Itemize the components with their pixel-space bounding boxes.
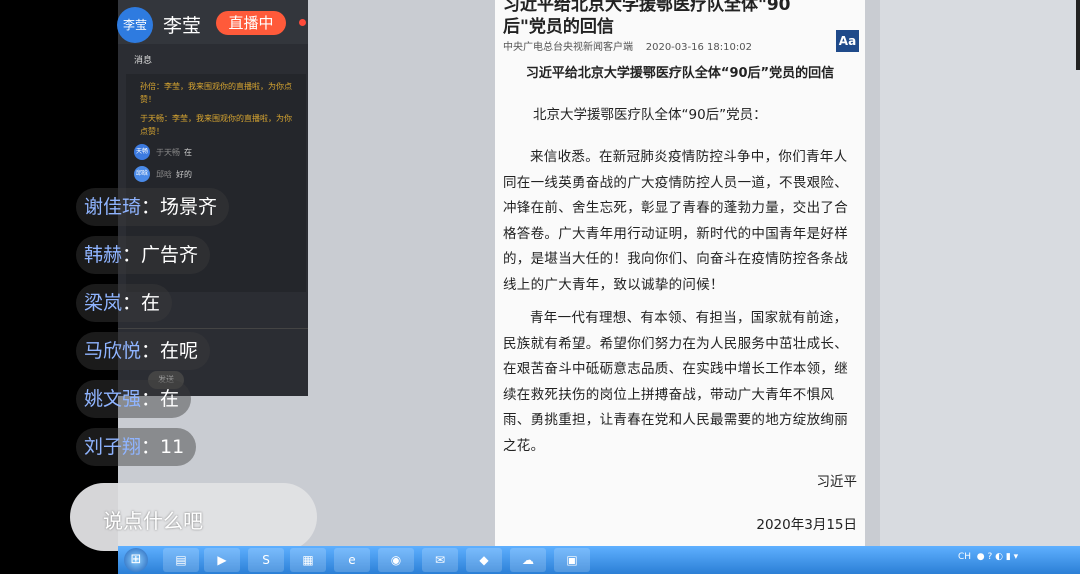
user-name: 邱晗 [156, 169, 172, 179]
comment-author: 韩赫 [84, 244, 123, 266]
user-message: 天畅 于天畅 在 [134, 144, 298, 160]
letter-salutation: 北京大学援鄂医疗队全体“90后”党员： [533, 107, 767, 123]
live-app-icon[interactable]: ◆ [466, 548, 502, 572]
article-view: 习近平给北京大学援鄂医疗队全体"90后"党员的回信 中央广电总台央视新闻客户端 … [495, 0, 865, 546]
file-explorer-icon[interactable]: ▤ [163, 548, 199, 572]
live-indicator-dot [299, 19, 306, 26]
window-edge [1076, 0, 1080, 70]
article-meta: 中央广电总台央视新闻客户端 2020-03-16 18:10:02 [503, 38, 752, 53]
comment-text: 在 [160, 388, 180, 410]
screen-background [880, 0, 1080, 546]
letter-date: 2020年3月15日 [756, 517, 857, 533]
tray-icons[interactable]: ● ? ◐ ▮ ▾ [974, 552, 1018, 562]
user-name: 于天畅 [156, 147, 180, 157]
letter-signature: 习近平 [816, 474, 858, 490]
comment-author: 谢佳琦 [84, 196, 142, 218]
media-player-icon[interactable]: ▶ [204, 548, 240, 572]
letter-paragraph-1: 来信收悉。在新冠肺炎疫情防控斗争中，你们青年人同在一线英勇奋战的广大疫情防控人员… [503, 149, 848, 293]
messages-label: 消息 [134, 56, 153, 66]
host-name: 李莹 [163, 15, 202, 37]
host-avatar[interactable]: 李莹 [117, 7, 153, 43]
user-message-text: 在 [184, 147, 192, 157]
letter-paragraph-2: 青年一代有理想、有本领、有担当，国家就有前途，民族就有希望。希望你们努力在为人民… [503, 310, 848, 454]
comment-text: 在 [141, 292, 161, 314]
messenger-icon[interactable]: ✉ [422, 548, 458, 572]
system-message: 孙倍：李莹，我来围观你的直播啦，为你点赞！ [140, 82, 292, 104]
comment-input[interactable]: 说点什么吧 [70, 483, 317, 551]
article-source: 中央广电总台央视新闻客户端 [503, 42, 633, 53]
camera-icon[interactable]: ▣ [554, 548, 590, 572]
comment-text: 在呢 [160, 340, 199, 362]
cloud-icon[interactable]: ☁ [510, 548, 546, 572]
taskbar: ⊞ ▤ ▶ S ▦ e ◉ ✉ ◆ ☁ ▣ CH ● ? ◐ ▮ ▾ [118, 546, 1080, 574]
comment-item: 梁岚：在 [76, 284, 173, 322]
user-avatar: 邱晗 [134, 166, 150, 182]
font-size-button[interactable]: Aa [836, 30, 859, 52]
system-message: 于天畅：李莹，我来围观你的直播啦，为你点赞！ [140, 114, 292, 136]
apps-icon[interactable]: ▦ [290, 548, 326, 572]
comment-input-placeholder: 说点什么吧 [103, 509, 203, 533]
input-method-indicator[interactable]: CH [958, 552, 971, 562]
comment-text: 11 [160, 436, 185, 458]
comment-item: 姚文强：在 [76, 380, 192, 418]
comment-item: 马欣悦：在呢 [76, 332, 211, 370]
user-message: 邱晗 邱晗 好的 [134, 166, 298, 182]
comment-author: 马欣悦 [84, 340, 142, 362]
ie-browser-icon[interactable]: e [334, 548, 370, 572]
article-datetime: 2020-03-16 18:10:02 [645, 42, 752, 53]
comment-author: 姚文强 [84, 388, 142, 410]
comment-author: 刘子翔 [84, 436, 142, 458]
comment-item: 刘子翔：11 [76, 428, 197, 466]
comment-item: 韩赫：广告齐 [76, 236, 211, 274]
comment-text: 场景齐 [160, 196, 218, 218]
system-tray[interactable]: CH ● ? ◐ ▮ ▾ [958, 552, 1018, 562]
comment-text: 广告齐 [141, 244, 199, 266]
letter-title: 习近平给北京大学援鄂医疗队全体“90后”党员的回信 [525, 66, 835, 81]
live-status-badge: 直播中 [216, 11, 286, 35]
user-avatar: 天畅 [134, 144, 150, 160]
firefox-icon[interactable]: ◉ [378, 548, 414, 572]
comment-item: 谢佳琦：场景齐 [76, 188, 230, 226]
browser-s-icon[interactable]: S [248, 548, 284, 572]
article-header-title: 习近平给北京大学援鄂医疗队全体"90后"党员的回信 [503, 0, 791, 37]
user-message-text: 好的 [176, 169, 192, 179]
comment-author: 梁岚 [84, 292, 123, 314]
start-button-icon[interactable]: ⊞ [124, 548, 148, 572]
